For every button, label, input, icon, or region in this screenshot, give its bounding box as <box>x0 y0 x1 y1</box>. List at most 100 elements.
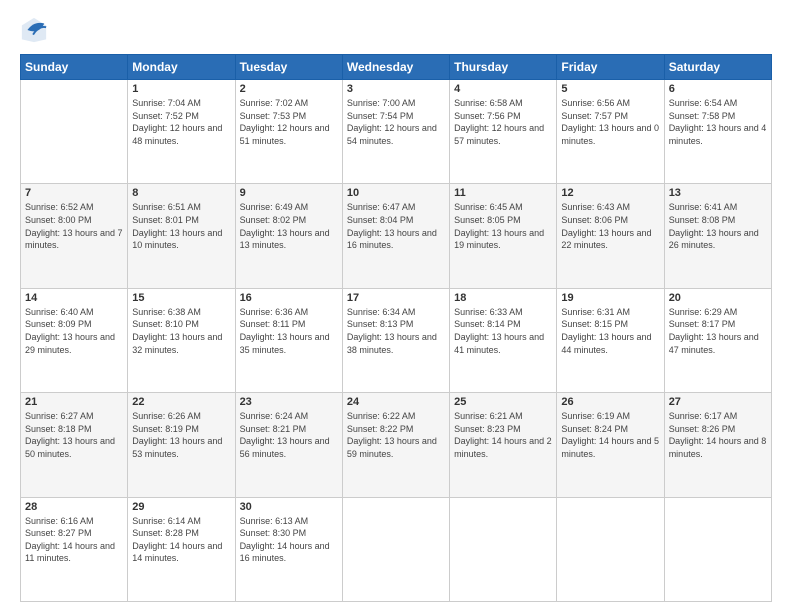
day-number: 20 <box>669 292 767 304</box>
day-info: Sunrise: 6:31 AMSunset: 8:15 PMDaylight:… <box>561 306 659 356</box>
calendar-cell: 30 Sunrise: 6:13 AMSunset: 8:30 PMDayligh… <box>235 497 342 601</box>
day-info: Sunrise: 6:14 AMSunset: 8:28 PMDaylight:… <box>132 515 230 565</box>
calendar-cell: 5 Sunrise: 6:56 AMSunset: 7:57 PMDaylight… <box>557 80 664 184</box>
day-number: 15 <box>132 292 230 304</box>
day-number: 1 <box>132 83 230 95</box>
day-number: 25 <box>454 396 552 408</box>
day-number: 9 <box>240 187 338 199</box>
calendar-week-row: 1 Sunrise: 7:04 AMSunset: 7:52 PMDaylight… <box>21 80 772 184</box>
day-number: 11 <box>454 187 552 199</box>
day-info: Sunrise: 6:36 AMSunset: 8:11 PMDaylight:… <box>240 306 338 356</box>
calendar-week-row: 28 Sunrise: 6:16 AMSunset: 8:27 PMDayligh… <box>21 497 772 601</box>
day-info: Sunrise: 6:24 AMSunset: 8:21 PMDaylight:… <box>240 410 338 460</box>
weekday-header: Thursday <box>450 55 557 80</box>
calendar-cell: 25 Sunrise: 6:21 AMSunset: 8:23 PMDayligh… <box>450 393 557 497</box>
day-number: 24 <box>347 396 445 408</box>
logo <box>20 16 52 44</box>
calendar-cell: 15Sunrise: 6:38 AMSunset: 8:10 PMDayligh… <box>128 288 235 392</box>
day-number: 2 <box>240 83 338 95</box>
day-info: Sunrise: 6:49 AMSunset: 8:02 PMDaylight:… <box>240 201 338 251</box>
day-info: Sunrise: 7:04 AMSunset: 7:52 PMDaylight:… <box>132 97 230 147</box>
logo-icon <box>20 16 48 44</box>
day-number: 4 <box>454 83 552 95</box>
calendar-cell: 28 Sunrise: 6:16 AMSunset: 8:27 PMDayligh… <box>21 497 128 601</box>
calendar-cell: 22Sunrise: 6:26 AMSunset: 8:19 PMDayligh… <box>128 393 235 497</box>
day-info: Sunrise: 6:19 AMSunset: 8:24 PMDaylight:… <box>561 410 659 460</box>
calendar-cell: 4 Sunrise: 6:58 AMSunset: 7:56 PMDaylight… <box>450 80 557 184</box>
calendar-page: SundayMondayTuesdayWednesdayThursdayFrid… <box>0 0 792 612</box>
calendar-cell <box>21 80 128 184</box>
day-info: Sunrise: 6:58 AMSunset: 7:56 PMDaylight:… <box>454 97 552 147</box>
day-number: 27 <box>669 396 767 408</box>
day-number: 18 <box>454 292 552 304</box>
day-info: Sunrise: 6:13 AMSunset: 8:30 PMDaylight:… <box>240 515 338 565</box>
day-info: Sunrise: 6:27 AMSunset: 8:18 PMDaylight:… <box>25 410 123 460</box>
calendar-cell: 16 Sunrise: 6:36 AMSunset: 8:11 PMDayligh… <box>235 288 342 392</box>
day-number: 17 <box>347 292 445 304</box>
day-number: 26 <box>561 396 659 408</box>
calendar-cell: 12Sunrise: 6:43 AMSunset: 8:06 PMDayligh… <box>557 184 664 288</box>
calendar-cell: 17 Sunrise: 6:34 AMSunset: 8:13 PMDayligh… <box>342 288 449 392</box>
calendar-cell: 10 Sunrise: 6:47 AMSunset: 8:04 PMDayligh… <box>342 184 449 288</box>
day-info: Sunrise: 6:47 AMSunset: 8:04 PMDaylight:… <box>347 201 445 251</box>
weekday-header: Tuesday <box>235 55 342 80</box>
day-number: 29 <box>132 501 230 513</box>
day-info: Sunrise: 6:33 AMSunset: 8:14 PMDaylight:… <box>454 306 552 356</box>
calendar-cell: 8 Sunrise: 6:51 AMSunset: 8:01 PMDaylight… <box>128 184 235 288</box>
day-number: 28 <box>25 501 123 513</box>
calendar-cell <box>557 497 664 601</box>
calendar-cell: 3 Sunrise: 7:00 AMSunset: 7:54 PMDaylight… <box>342 80 449 184</box>
header <box>20 16 772 44</box>
calendar-cell: 9 Sunrise: 6:49 AMSunset: 8:02 PMDaylight… <box>235 184 342 288</box>
day-info: Sunrise: 6:21 AMSunset: 8:23 PMDaylight:… <box>454 410 552 460</box>
day-number: 14 <box>25 292 123 304</box>
day-info: Sunrise: 7:00 AMSunset: 7:54 PMDaylight:… <box>347 97 445 147</box>
calendar-week-row: 14Sunrise: 6:40 AMSunset: 8:09 PMDayligh… <box>21 288 772 392</box>
day-number: 6 <box>669 83 767 95</box>
day-info: Sunrise: 6:54 AMSunset: 7:58 PMDaylight:… <box>669 97 767 147</box>
calendar-cell: 18 Sunrise: 6:33 AMSunset: 8:14 PMDayligh… <box>450 288 557 392</box>
calendar-cell: 24Sunrise: 6:22 AMSunset: 8:22 PMDayligh… <box>342 393 449 497</box>
weekday-header: Saturday <box>664 55 771 80</box>
calendar-cell: 14Sunrise: 6:40 AMSunset: 8:09 PMDayligh… <box>21 288 128 392</box>
calendar-cell: 20 Sunrise: 6:29 AMSunset: 8:17 PMDayligh… <box>664 288 771 392</box>
day-info: Sunrise: 6:56 AMSunset: 7:57 PMDaylight:… <box>561 97 659 147</box>
day-info: Sunrise: 6:41 AMSunset: 8:08 PMDaylight:… <box>669 201 767 251</box>
calendar-cell: 6 Sunrise: 6:54 AMSunset: 7:58 PMDaylight… <box>664 80 771 184</box>
weekday-header: Friday <box>557 55 664 80</box>
day-number: 16 <box>240 292 338 304</box>
calendar-table: SundayMondayTuesdayWednesdayThursdayFrid… <box>20 54 772 602</box>
day-number: 5 <box>561 83 659 95</box>
day-info: Sunrise: 6:29 AMSunset: 8:17 PMDaylight:… <box>669 306 767 356</box>
calendar-week-row: 21 Sunrise: 6:27 AMSunset: 8:18 PMDayligh… <box>21 393 772 497</box>
calendar-cell: 23 Sunrise: 6:24 AMSunset: 8:21 PMDayligh… <box>235 393 342 497</box>
calendar-cell <box>450 497 557 601</box>
day-number: 21 <box>25 396 123 408</box>
day-number: 23 <box>240 396 338 408</box>
day-info: Sunrise: 6:51 AMSunset: 8:01 PMDaylight:… <box>132 201 230 251</box>
calendar-cell: 26 Sunrise: 6:19 AMSunset: 8:24 PMDayligh… <box>557 393 664 497</box>
day-number: 12 <box>561 187 659 199</box>
calendar-cell: 29 Sunrise: 6:14 AMSunset: 8:28 PMDayligh… <box>128 497 235 601</box>
calendar-cell <box>664 497 771 601</box>
day-info: Sunrise: 6:34 AMSunset: 8:13 PMDaylight:… <box>347 306 445 356</box>
calendar-cell: 7Sunrise: 6:52 AMSunset: 8:00 PMDaylight… <box>21 184 128 288</box>
calendar-cell: 1 Sunrise: 7:04 AMSunset: 7:52 PMDaylight… <box>128 80 235 184</box>
day-number: 10 <box>347 187 445 199</box>
day-number: 7 <box>25 187 123 199</box>
calendar-cell: 13 Sunrise: 6:41 AMSunset: 8:08 PMDayligh… <box>664 184 771 288</box>
day-number: 30 <box>240 501 338 513</box>
calendar-header-row: SundayMondayTuesdayWednesdayThursdayFrid… <box>21 55 772 80</box>
day-number: 3 <box>347 83 445 95</box>
calendar-cell: 2 Sunrise: 7:02 AMSunset: 7:53 PMDaylight… <box>235 80 342 184</box>
day-info: Sunrise: 6:16 AMSunset: 8:27 PMDaylight:… <box>25 515 123 565</box>
day-number: 19 <box>561 292 659 304</box>
day-info: Sunrise: 7:02 AMSunset: 7:53 PMDaylight:… <box>240 97 338 147</box>
weekday-header: Monday <box>128 55 235 80</box>
day-number: 8 <box>132 187 230 199</box>
day-number: 13 <box>669 187 767 199</box>
day-info: Sunrise: 6:26 AMSunset: 8:19 PMDaylight:… <box>132 410 230 460</box>
calendar-cell: 21 Sunrise: 6:27 AMSunset: 8:18 PMDayligh… <box>21 393 128 497</box>
weekday-header: Sunday <box>21 55 128 80</box>
calendar-cell: 11Sunrise: 6:45 AMSunset: 8:05 PMDayligh… <box>450 184 557 288</box>
